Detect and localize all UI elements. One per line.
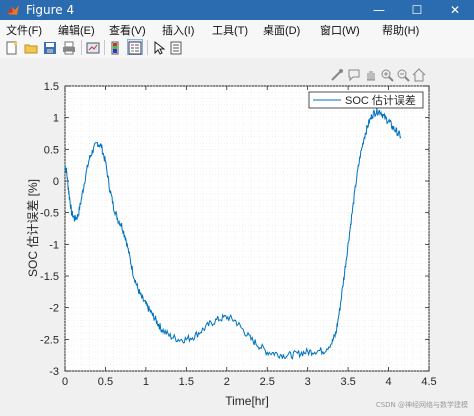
brush-icon[interactable] xyxy=(331,69,343,81)
maximize-button[interactable]: ☐ xyxy=(398,0,436,20)
home-icon[interactable] xyxy=(412,68,426,82)
legend[interactable]: SOC 估计误差 xyxy=(308,91,424,109)
property-inspector-icon[interactable] xyxy=(168,39,184,55)
figure-toolbar xyxy=(0,37,474,59)
print-icon[interactable] xyxy=(61,39,77,55)
y-axis-label: SOC 估计误差 [%] xyxy=(26,179,40,277)
x-tick-label: 3 xyxy=(305,376,311,388)
axes-toolbar xyxy=(331,68,426,82)
figure-canvas[interactable]: 0 0.5 1 1.5 2 2.5 3 3.5 4 4.5 1.5 1 0.5 0 -0.5 -1 -1.5 -2… xyxy=(0,58,474,412)
x-tick-label: 0 xyxy=(62,376,68,388)
insert-colorbar-icon[interactable] xyxy=(108,39,124,55)
minimize-button[interactable]: — xyxy=(360,0,398,20)
watermark-text: CSDN @神经网络与数学建模 xyxy=(375,401,468,409)
x-tick-label: 0.5 xyxy=(98,376,113,388)
y-tick-label: 0 xyxy=(53,176,59,188)
x-tick-label: 4.5 xyxy=(421,376,436,388)
menu-tools[interactable]: 工具(T) xyxy=(212,22,248,38)
insert-legend-icon[interactable] xyxy=(127,39,143,55)
y-tick-label: -1.5 xyxy=(40,271,59,283)
y-tick-label: -1 xyxy=(49,239,59,251)
y-tick-label: -3 xyxy=(49,366,59,378)
menu-file[interactable]: 文件(F) xyxy=(6,22,42,38)
x-axis-label: Time[hr] xyxy=(225,394,269,408)
edit-plot-icon[interactable] xyxy=(151,39,167,55)
toolbar-separator xyxy=(81,40,82,55)
menu-view[interactable]: 查看(V) xyxy=(109,22,146,38)
link-plot-icon[interactable] xyxy=(85,39,101,55)
window-title: Figure 4 xyxy=(26,3,75,17)
zoom-in-icon[interactable] xyxy=(381,69,394,82)
menu-insert[interactable]: 插入(I) xyxy=(162,22,194,38)
y-tick-label: 1.5 xyxy=(44,81,59,93)
menu-help[interactable]: 帮助(H) xyxy=(382,22,419,38)
zoom-out-icon[interactable] xyxy=(397,69,410,82)
y-tick-label: -2 xyxy=(49,303,59,315)
figure-canvas-area: 0 0.5 1 1.5 2 2.5 3 3.5 4 4.5 1.5 1 0.5 0 -0.5 -1 -1.5 -2… xyxy=(0,58,474,412)
menu-desktop[interactable]: 桌面(D) xyxy=(263,22,300,38)
legend-entry-label: SOC 估计误差 xyxy=(345,93,416,107)
x-tick-label: 1.5 xyxy=(179,376,194,388)
y-tick-label: 0.5 xyxy=(44,144,59,156)
y-tick-label: -0.5 xyxy=(40,208,59,220)
axes-background xyxy=(64,85,430,372)
y-tick-label: 1 xyxy=(53,113,59,125)
open-file-icon[interactable] xyxy=(23,39,39,55)
matlab-logo-icon xyxy=(7,5,19,15)
menu-window[interactable]: 窗口(W) xyxy=(320,22,360,38)
new-figure-icon[interactable] xyxy=(4,39,20,55)
window-titlebar: Figure 4 — ☐ ✕ xyxy=(0,0,474,20)
y-tick-label: -2.5 xyxy=(40,334,59,346)
toolbar-separator xyxy=(147,40,148,55)
menu-bar: 文件(F) 编辑(E) 查看(V) 插入(I) 工具(T) 桌面(D) 窗口(W… xyxy=(0,20,474,37)
pan-icon[interactable] xyxy=(367,71,375,81)
x-tick-label: 1 xyxy=(143,376,149,388)
close-button[interactable]: ✕ xyxy=(436,0,474,20)
data-tip-icon[interactable] xyxy=(348,69,360,82)
toolbar-separator xyxy=(104,40,105,55)
x-tick-label: 4 xyxy=(385,376,391,388)
save-icon[interactable] xyxy=(42,39,58,55)
x-tick-label: 2 xyxy=(224,376,230,388)
menu-edit[interactable]: 编辑(E) xyxy=(58,22,95,38)
x-tick-label: 3.5 xyxy=(340,376,355,388)
x-tick-label: 2.5 xyxy=(260,376,275,388)
